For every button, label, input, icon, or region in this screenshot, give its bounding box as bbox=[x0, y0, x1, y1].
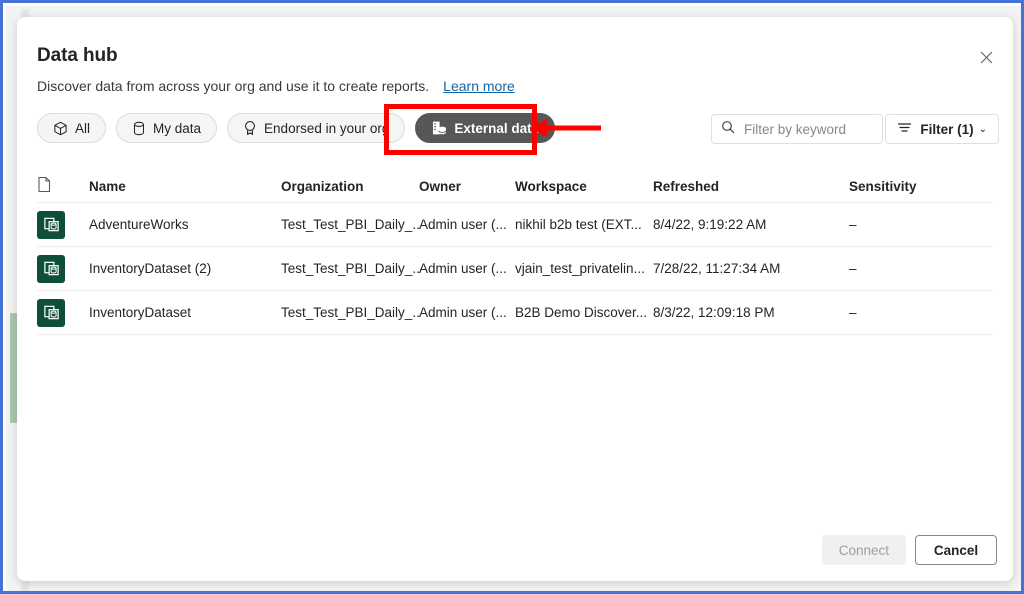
pill-external-data[interactable]: External data bbox=[415, 113, 555, 143]
table-row[interactable]: AdventureWorks Test_Test_PBI_Daily_... A… bbox=[37, 203, 993, 247]
close-icon bbox=[980, 51, 993, 64]
filter-button[interactable]: Filter (1) ⌄ bbox=[885, 114, 999, 144]
search-box[interactable] bbox=[711, 114, 883, 144]
close-button[interactable] bbox=[971, 42, 1001, 72]
search-input[interactable] bbox=[742, 121, 873, 138]
filter-button-label: Filter (1) bbox=[920, 122, 973, 137]
column-header-icon bbox=[37, 176, 89, 196]
cell-organization: Test_Test_PBI_Daily_... bbox=[281, 261, 419, 276]
row-icon-cell bbox=[37, 211, 89, 239]
column-header-organization[interactable]: Organization bbox=[281, 179, 419, 194]
pill-external-data-label: External data bbox=[454, 121, 539, 136]
search-icon bbox=[721, 120, 735, 139]
pill-my-data-label: My data bbox=[153, 121, 201, 136]
dialog-subtitle: Discover data from across your org and u… bbox=[37, 78, 515, 94]
pill-all[interactable]: All bbox=[37, 113, 106, 143]
cell-organization: Test_Test_PBI_Daily_... bbox=[281, 305, 419, 320]
database-icon bbox=[132, 121, 146, 136]
subtitle-text: Discover data from across your org and u… bbox=[37, 78, 429, 94]
dialog-footer: Connect Cancel bbox=[822, 535, 997, 565]
browser-window: Data hub Discover data from across your … bbox=[0, 0, 1024, 594]
row-icon-cell bbox=[37, 299, 89, 327]
cell-sensitivity: – bbox=[849, 305, 969, 320]
column-header-name[interactable]: Name bbox=[89, 179, 281, 194]
pill-all-label: All bbox=[75, 121, 90, 136]
external-data-icon bbox=[431, 120, 447, 136]
table-header-row: Name Organization Owner Workspace Refres… bbox=[37, 170, 993, 203]
file-icon bbox=[37, 176, 52, 196]
dataset-icon bbox=[37, 255, 65, 283]
cell-owner: Admin user (... bbox=[419, 305, 515, 320]
cell-workspace: vjain_test_privatelin... bbox=[515, 261, 653, 276]
pill-my-data[interactable]: My data bbox=[116, 113, 217, 143]
badge-icon bbox=[243, 120, 257, 136]
column-header-owner[interactable]: Owner bbox=[419, 179, 515, 194]
cell-name: AdventureWorks bbox=[89, 217, 281, 232]
filter-lines-icon bbox=[897, 121, 912, 137]
row-icon-cell bbox=[37, 255, 89, 283]
cell-workspace: nikhil b2b test (EXT... bbox=[515, 217, 653, 232]
data-hub-dialog: Data hub Discover data from across your … bbox=[17, 17, 1013, 581]
cell-refreshed: 7/28/22, 11:27:34 AM bbox=[653, 261, 849, 276]
cell-sensitivity: – bbox=[849, 261, 969, 276]
pill-endorsed-label: Endorsed in your org bbox=[264, 121, 389, 136]
table-row[interactable]: InventoryDataset (2) Test_Test_PBI_Daily… bbox=[37, 247, 993, 291]
cell-name: InventoryDataset bbox=[89, 305, 281, 320]
page-title: Data hub bbox=[37, 45, 117, 67]
cell-organization: Test_Test_PBI_Daily_... bbox=[281, 217, 419, 232]
cell-sensitivity: – bbox=[849, 217, 969, 232]
table-row[interactable]: InventoryDataset Test_Test_PBI_Daily_...… bbox=[37, 291, 993, 335]
dataset-icon bbox=[37, 299, 65, 327]
cube-icon bbox=[53, 121, 68, 136]
cell-owner: Admin user (... bbox=[419, 217, 515, 232]
category-pill-row: All My data Endorsed i bbox=[37, 113, 555, 143]
cell-refreshed: 8/3/22, 12:09:18 PM bbox=[653, 305, 849, 320]
column-header-workspace[interactable]: Workspace bbox=[515, 179, 653, 194]
cell-refreshed: 8/4/22, 9:19:22 AM bbox=[653, 217, 849, 232]
chevron-down-icon: ⌄ bbox=[979, 124, 987, 135]
pill-endorsed-in-your-org[interactable]: Endorsed in your org bbox=[227, 113, 405, 143]
cancel-button[interactable]: Cancel bbox=[915, 535, 997, 565]
cell-owner: Admin user (... bbox=[419, 261, 515, 276]
cell-name: InventoryDataset (2) bbox=[89, 261, 281, 276]
learn-more-link[interactable]: Learn more bbox=[443, 78, 515, 94]
connect-button[interactable]: Connect bbox=[822, 535, 906, 565]
dataset-icon bbox=[37, 211, 65, 239]
column-header-sensitivity[interactable]: Sensitivity bbox=[849, 179, 969, 194]
cell-workspace: B2B Demo Discover... bbox=[515, 305, 653, 320]
dataset-table: Name Organization Owner Workspace Refres… bbox=[37, 170, 993, 335]
column-header-refreshed[interactable]: Refreshed bbox=[653, 179, 849, 194]
